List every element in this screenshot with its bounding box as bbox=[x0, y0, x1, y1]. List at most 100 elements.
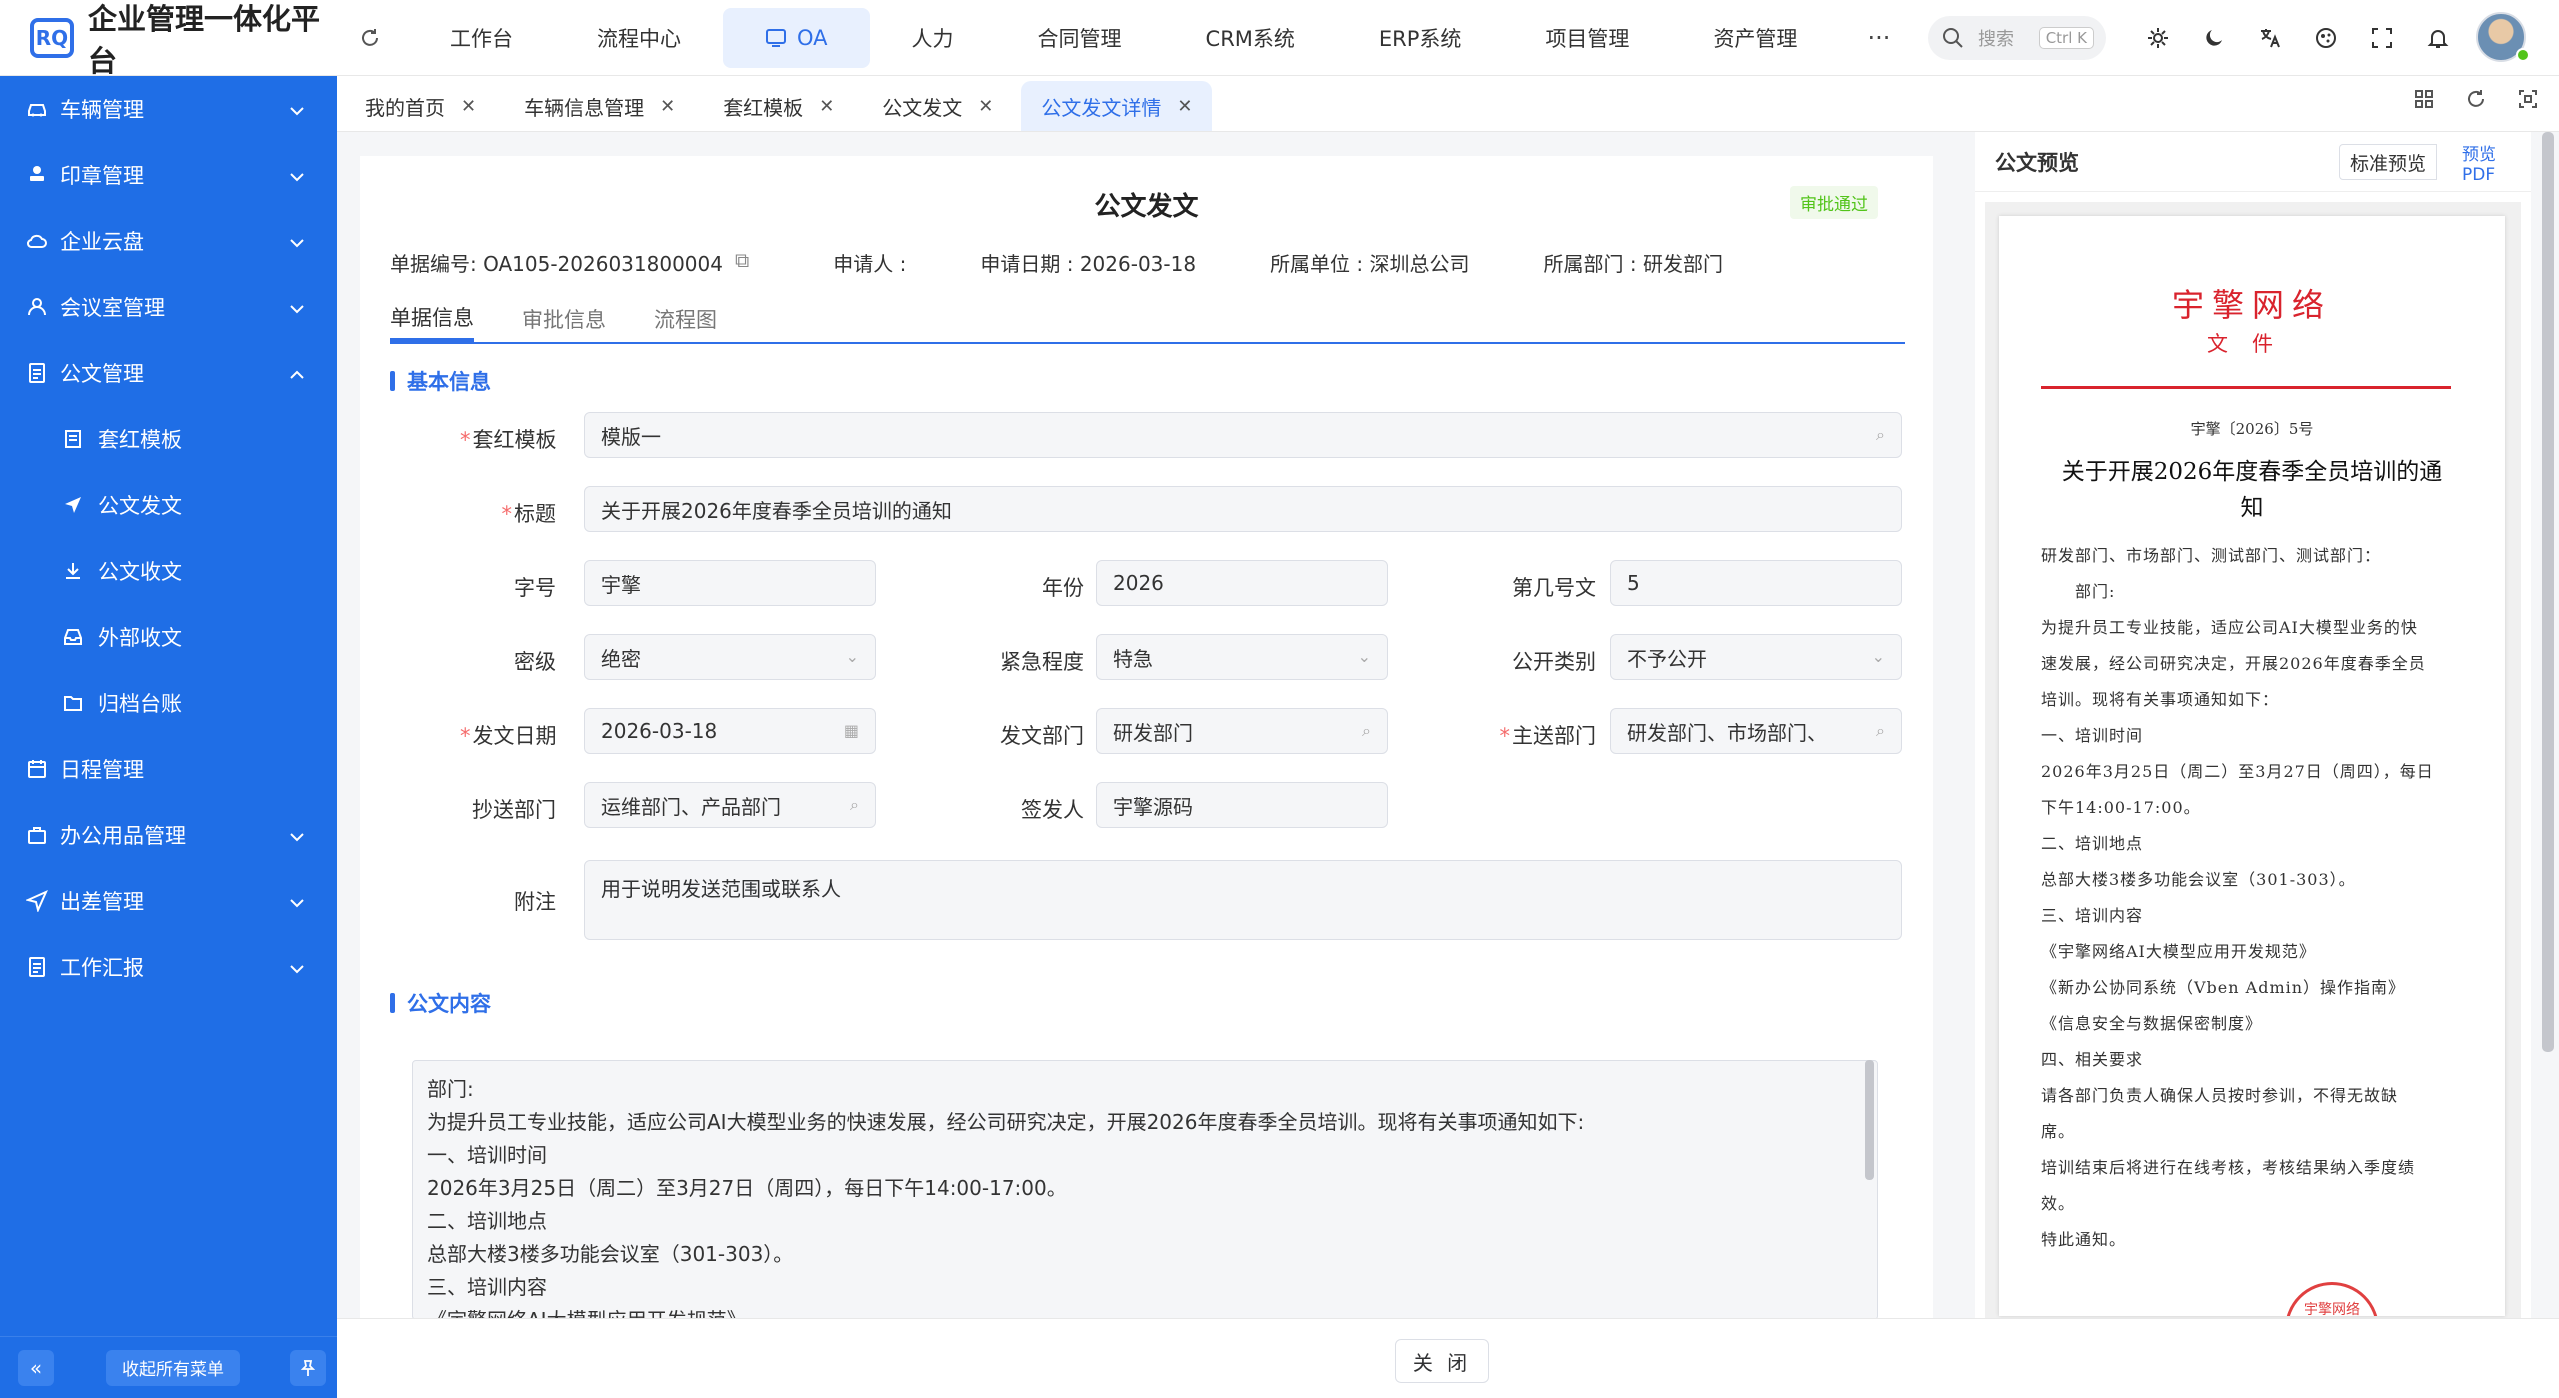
tab-vehicle-info[interactable]: 车辆信息管理 ✕ bbox=[504, 81, 695, 131]
nav-item-project[interactable]: 项目管理 bbox=[1503, 8, 1671, 68]
close-icon[interactable]: ✕ bbox=[660, 96, 675, 117]
title-value: 关于开展2026年度春季全员培训的通知 bbox=[601, 498, 952, 523]
sidebar-item-cloud[interactable]: 企业云盘 bbox=[0, 208, 337, 274]
doc-line: 下午14:00-17:00。 bbox=[2041, 798, 2201, 817]
search-icon: ⌕ bbox=[850, 795, 859, 814]
close-icon[interactable]: ✕ bbox=[1177, 96, 1192, 117]
pdf-preview-button[interactable]: 预览PDF bbox=[2452, 144, 2531, 185]
label-secret: 密级 bbox=[514, 650, 556, 674]
public-select[interactable]: 不予公开 ⌄ bbox=[1610, 634, 1902, 680]
send-dept-select[interactable]: 研发部门 ⌕ bbox=[1096, 708, 1388, 754]
refresh-icon[interactable] bbox=[2465, 88, 2487, 114]
tab-outgoing-detail[interactable]: 公文发文详情 ✕ bbox=[1021, 81, 1213, 131]
collapse-sidebar-button[interactable]: « bbox=[18, 1349, 54, 1386]
search-icon bbox=[1942, 27, 1964, 49]
sidebar-item-label: 印章管理 bbox=[60, 164, 144, 188]
nav-item-crm[interactable]: CRM系统 bbox=[1164, 8, 1337, 68]
settings-icon[interactable] bbox=[2140, 20, 2176, 56]
main-dept-select[interactable]: 研发部门、市场部门、 ⌕ bbox=[1610, 708, 1902, 754]
close-button[interactable]: 关 闭 bbox=[1395, 1339, 1489, 1383]
doc-line: 《新办公协同系统（Vben Admin）操作指南》 bbox=[2041, 978, 2406, 997]
nav-item-contract[interactable]: 合同管理 bbox=[996, 8, 1164, 68]
tab-approval-info[interactable]: 审批信息 bbox=[522, 296, 606, 342]
sidebar-sub-archive[interactable]: 归档台账 bbox=[0, 670, 337, 736]
close-icon[interactable]: ✕ bbox=[978, 96, 993, 117]
close-icon[interactable]: ✕ bbox=[461, 96, 476, 117]
collapse-all-button[interactable]: 收起所有菜单 bbox=[106, 1349, 240, 1386]
refresh-icon[interactable] bbox=[350, 26, 390, 50]
search-box[interactable]: 搜索 Ctrl K bbox=[1928, 16, 2106, 60]
chevron-down-icon bbox=[289, 163, 305, 187]
translate-icon[interactable] bbox=[2252, 20, 2288, 56]
sidebar-item-seal[interactable]: 印章管理 bbox=[0, 142, 337, 208]
doc-line: 二、培训地点 bbox=[2041, 834, 2144, 853]
cc-dept-select[interactable]: 运维部门、产品部门 ⌕ bbox=[584, 782, 876, 828]
signer-input[interactable]: 宇擎源码 bbox=[1096, 782, 1388, 828]
sidebar-footer: « 收起所有菜单 bbox=[0, 1336, 337, 1398]
standard-preview-button[interactable]: 标准预览 bbox=[2339, 144, 2438, 180]
sidebar-sub-external[interactable]: 外部收文 bbox=[0, 604, 337, 670]
tab-doc-info[interactable]: 单据信息 bbox=[390, 296, 474, 342]
doc-line: 速发展，经公司研究决定，开展2026年度春季全员 bbox=[2041, 654, 2426, 673]
title-input[interactable]: 关于开展2026年度春季全员培训的通知 bbox=[584, 486, 1902, 532]
content-line: 《宇擎网络AI大模型应用开发规范》 bbox=[427, 1304, 1863, 1318]
template-select[interactable]: 模版一 ⌕ bbox=[584, 412, 1902, 458]
preview-scrollbar[interactable] bbox=[2542, 132, 2554, 1052]
nav-item-asset[interactable]: 资产管理 bbox=[1671, 8, 1839, 68]
doc-serial-number: 宇擎〔2026〕5号 bbox=[2190, 420, 2314, 438]
label-word: 字号 bbox=[514, 576, 556, 600]
date-picker[interactable]: 2026-03-18 ▦ bbox=[584, 708, 876, 754]
tab-flowchart[interactable]: 流程图 bbox=[654, 296, 717, 342]
sidebar-sub-template[interactable]: 套红模板 bbox=[0, 406, 337, 472]
grid-icon[interactable] bbox=[2413, 88, 2435, 114]
sidebar-sub-incoming[interactable]: 公文收文 bbox=[0, 538, 337, 604]
nav-item-erp[interactable]: ERP系统 bbox=[1337, 8, 1504, 68]
theme-icon[interactable] bbox=[2308, 20, 2344, 56]
nav-more[interactable]: ··· bbox=[1839, 24, 1918, 52]
note-textarea[interactable]: 用于说明发送范围或联系人 bbox=[584, 860, 1902, 940]
urgency-value: 特急 bbox=[1113, 646, 1153, 671]
nav-item-process[interactable]: 流程中心 bbox=[555, 8, 723, 68]
logo[interactable]: RQ 企业管理一体化平台 bbox=[0, 0, 335, 78]
content-editor[interactable]: 部门: 为提升员工专业技能，适应公司AI大模型业务的快速发展，经公司研究决定，开… bbox=[412, 1060, 1878, 1318]
close-icon[interactable]: ✕ bbox=[819, 96, 834, 117]
maximize-icon[interactable] bbox=[2517, 88, 2539, 114]
word-input[interactable]: 宇擎 bbox=[584, 560, 876, 606]
chevron-down-icon: ⌄ bbox=[845, 647, 859, 666]
content-scrollbar[interactable] bbox=[1865, 1060, 1874, 1180]
sidebar-item-report[interactable]: 工作汇报 bbox=[0, 934, 337, 1000]
sidebar-item-travel[interactable]: 出差管理 bbox=[0, 868, 337, 934]
nav-item-hr[interactable]: 人力 bbox=[870, 8, 996, 68]
pin-icon[interactable] bbox=[290, 1349, 326, 1386]
sidebar-item-meeting[interactable]: 会议室管理 bbox=[0, 274, 337, 340]
sidebar-item-documents[interactable]: 公文管理 bbox=[0, 340, 337, 406]
content-line: 一、培训时间 bbox=[427, 1143, 547, 1167]
copy-icon[interactable]: ⧉ bbox=[735, 248, 749, 277]
fullscreen-icon[interactable] bbox=[2364, 20, 2400, 56]
sidebar-item-supplies[interactable]: 办公用品管理 bbox=[0, 802, 337, 868]
nav-item-oa[interactable]: OA bbox=[723, 7, 870, 68]
chevron-down-icon bbox=[289, 229, 305, 253]
doc-line: 为提升员工专业技能，适应公司AI大模型业务的快 bbox=[2041, 618, 2418, 637]
oa-icon bbox=[765, 27, 787, 49]
bell-icon[interactable] bbox=[2420, 20, 2456, 56]
label-title: *标题 bbox=[501, 502, 557, 526]
tab-outgoing[interactable]: 公文发文 ✕ bbox=[862, 81, 1013, 131]
sidebar-item-vehicle[interactable]: 车辆管理 bbox=[0, 76, 337, 142]
nav-item-workbench[interactable]: 工作台 bbox=[408, 8, 555, 68]
chevron-down-icon bbox=[289, 955, 305, 979]
dark-mode-icon[interactable] bbox=[2196, 20, 2232, 56]
number-input[interactable]: 5 bbox=[1610, 560, 1902, 606]
label-note: 附注 bbox=[514, 890, 556, 914]
year-input[interactable]: 2026 bbox=[1096, 560, 1388, 606]
sidebar-item-schedule[interactable]: 日程管理 bbox=[0, 736, 337, 802]
paper-area: 宇擎网络 文件 宇擎〔2026〕5号 关于开展2026年度春季全员培训的通知 研… bbox=[1985, 202, 2521, 1318]
document-icon bbox=[26, 362, 48, 384]
urgency-select[interactable]: 特急 ⌄ bbox=[1096, 634, 1388, 680]
sidebar-sub-outgoing[interactable]: 公文发文 bbox=[0, 472, 337, 538]
tab-home[interactable]: 我的首页 ✕ bbox=[345, 81, 496, 131]
status-badge: 审批通过 bbox=[1790, 186, 1878, 219]
secret-select[interactable]: 绝密 ⌄ bbox=[584, 634, 876, 680]
tab-template[interactable]: 套红模板 ✕ bbox=[703, 81, 854, 131]
doc-title: 关于开展2026年度春季全员培训的通知 bbox=[2061, 459, 2443, 521]
